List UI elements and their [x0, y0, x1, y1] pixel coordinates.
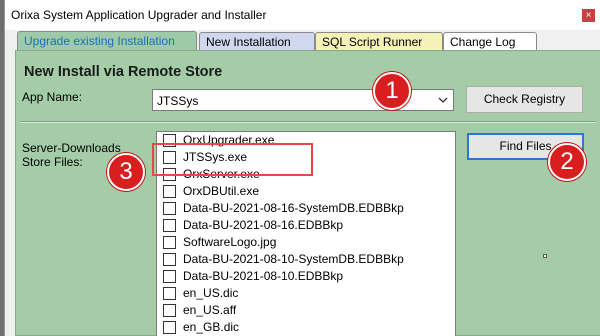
- tab-sql-script-runner[interactable]: SQL Script Runner: [315, 32, 443, 50]
- title-bar: Orixa System Application Upgrader and In…: [5, 0, 600, 30]
- tab-change-log[interactable]: Change Log: [443, 32, 537, 50]
- close-icon[interactable]: ×: [582, 9, 595, 22]
- callout-badge-2: 2: [548, 143, 586, 181]
- check-registry-button[interactable]: Check Registry: [466, 86, 583, 113]
- file-checkbox[interactable]: [163, 321, 176, 334]
- window-title: Orixa System Application Upgrader and In…: [11, 8, 267, 22]
- app-name-label: App Name:: [22, 90, 83, 104]
- file-checkbox[interactable]: [163, 202, 176, 215]
- store-files-label: Server-Downloads Store Files:: [22, 141, 121, 169]
- file-name: en_GB.dic: [183, 320, 240, 334]
- file-checkbox[interactable]: [163, 185, 176, 198]
- callout-badge-1: 1: [373, 72, 411, 110]
- file-name: Data-BU-2021-08-16-SystemDB.EDBBkp: [183, 201, 404, 215]
- file-name: SoftwareLogo.jpg: [183, 235, 277, 249]
- file-checkbox[interactable]: [163, 219, 176, 232]
- panel-heading: New Install via Remote Store: [24, 64, 223, 80]
- store-files-label-line2: Store Files:: [22, 155, 83, 169]
- store-files-label-line1: Server-Downloads: [22, 141, 121, 155]
- file-name: OrxDBUtil.exe: [183, 184, 260, 198]
- section-divider: [20, 121, 596, 123]
- file-checkbox[interactable]: [163, 253, 176, 266]
- app-name-value: JTSSys: [157, 94, 199, 108]
- tab-upgrade-existing[interactable]: Upgrade existing Installation: [17, 31, 197, 51]
- file-checkbox[interactable]: [163, 304, 176, 317]
- file-checkbox[interactable]: [163, 287, 176, 300]
- file-name: en_US.dic: [183, 286, 239, 300]
- file-name: Data-BU-2021-08-16.EDBBkp: [183, 218, 344, 232]
- callout-badge-3: 3: [107, 153, 145, 191]
- tab-new-installation[interactable]: New Installation: [199, 32, 315, 50]
- file-name: Data-BU-2021-08-10.EDBBkp: [183, 269, 344, 283]
- resize-marker: [543, 254, 547, 258]
- highlight-annotation-box: [152, 143, 313, 176]
- chevron-down-icon[interactable]: [437, 93, 449, 107]
- file-name: Data-BU-2021-08-10-SystemDB.EDBBkp: [183, 252, 404, 266]
- file-checkbox[interactable]: [163, 270, 176, 283]
- file-checkbox[interactable]: [163, 236, 176, 249]
- tab-panel: New Install via Remote Store App Name: J…: [15, 50, 600, 336]
- file-name: en_US.aff: [183, 303, 237, 317]
